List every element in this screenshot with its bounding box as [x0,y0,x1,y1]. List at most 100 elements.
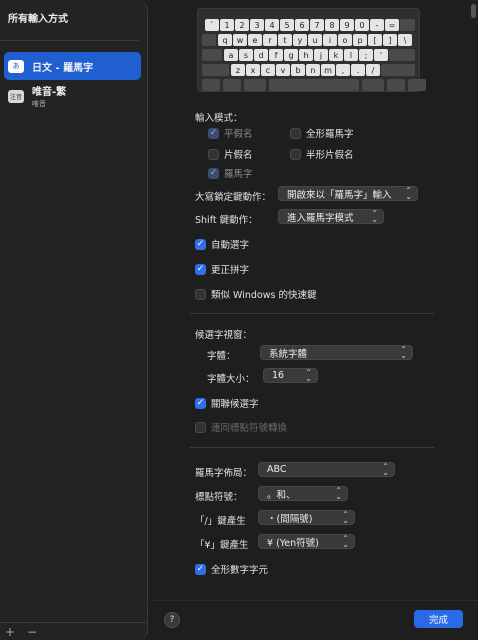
font-popup[interactable]: 系統字體 ⌃ ⌄ [260,345,413,360]
updown-chevron-icon: ⌃ ⌄ [382,462,389,477]
keyboard-key: w [233,34,247,46]
add-input-source-button[interactable]: + [5,625,15,639]
caps-lock-popup[interactable]: 開啟來以「羅馬字」輸入 ⌃ ⌄ [278,186,418,201]
keyboard-key: h [299,49,313,61]
sidebar-item-zhuyin[interactable]: 注音 唯音-繁 唯音 [4,82,141,110]
modifier-key [381,64,415,76]
keyboard-key: ' [374,49,388,61]
keyboard-key: 6 [295,19,309,31]
yen-key-popup[interactable]: ¥ (Yen符號) ⌃ ⌄ [258,534,355,549]
remove-input-source-button[interactable]: − [27,625,37,639]
font-size-label: 字體大小： [207,374,255,385]
romaji-layout-popup[interactable]: ABC ⌃ ⌄ [258,462,395,477]
punctuation-popup[interactable]: 。和、 ⌃ ⌄ [258,486,348,501]
checkmark-icon: ✓ [208,127,219,139]
modifier-key [223,79,241,91]
updown-chevron-icon: ⌃ ⌄ [305,368,312,383]
zhuyin-icon: 注音 [8,89,24,103]
keyboard-key: n [306,64,320,76]
windows-shortcuts-label: 類似 Windows 的快速鍵 [211,290,317,301]
candidate-window-label: 候選字視窗： [195,330,253,341]
hiragana-checkbox[interactable]: ✓ 平假名 [208,126,253,140]
modifier-key [202,64,229,76]
katakana-label: 片假名 [224,150,253,161]
halfwidth-katakana-checkbox[interactable]: 半形片假名 [290,147,354,161]
sidebar-divider [0,40,139,41]
fullwidth-romaji-checkbox[interactable]: 全形羅馬字 [290,126,354,140]
keyboard-key: r [263,34,277,46]
keyboard-key: s [239,49,253,61]
keyboard-key: y [293,34,307,46]
keyboard-key: . [351,64,365,76]
auto-select-checkbox[interactable]: ✓ 自動選字 [195,237,249,251]
keyboard-key: j [314,49,328,61]
done-button[interactable]: 完成 [414,610,463,628]
sidebar-item-label: 唯音-繁 [32,87,67,98]
keyboard-row-1: ` 1 2 3 4 5 6 7 8 9 0- = [198,19,419,31]
keyboard-key: z [231,64,245,76]
keyboard-key: 9 [340,19,354,31]
section-divider [190,447,434,448]
keyboard-key: i [323,34,337,46]
related-candidates-checkbox[interactable]: ✓ 關聯候選字 [195,396,259,410]
keyboard-key: o [338,34,352,46]
yen-key-label: 「¥」鍵產生 [195,540,249,551]
keyboard-key: m [321,64,335,76]
keyboard-key: \ [398,34,412,46]
katakana-checkbox[interactable]: 片假名 [208,147,253,161]
yen-key-value: ¥ (Yen符號) [267,537,319,549]
auto-select-label: 自動選字 [211,240,250,251]
caps-lock-label: 大寫鎖定鍵動作： [195,192,272,203]
romaji-checkbox[interactable]: ✓ 羅馬字 [208,166,253,180]
convert-with-punctuation-checkbox[interactable]: 連同標點符號轉換 [195,420,287,434]
windows-shortcuts-checkbox[interactable]: 類似 Windows 的快速鍵 [195,287,316,301]
fullwidth-numbers-label: 全形數字字元 [211,565,269,576]
scrollbar[interactable] [471,4,476,18]
keyboard-row-2: q w e r t y u i o p[] \ [198,34,419,46]
checkmark-icon: ✓ [195,397,206,409]
checkbox-box [290,127,301,139]
keyboard-key: ] [383,34,397,46]
checkbox-box [195,421,206,433]
keyboard-key: 0 [355,19,369,31]
keyboard-preview: ` 1 2 3 4 5 6 7 8 9 0- = q w e r t y u i o p[] \ a s d f g h j k l; ' … [197,8,426,92]
footer-divider [150,600,478,601]
keyboard-row-3: a s d f g h j k l; ' [198,49,419,61]
related-candidates-label: 關聯候選字 [211,399,259,410]
keyboard-key: t [278,34,292,46]
help-button[interactable]: ? [164,612,180,628]
checkmark-icon: ✓ [208,167,219,179]
keyboard-key: 8 [325,19,339,31]
slash-key-popup[interactable]: ・(間隔號) ⌃ ⌄ [258,510,355,525]
sidebar-item-japanese-romaji[interactable]: あ 日文 - 羅馬字 [4,52,141,80]
shift-value: 進入羅馬字模式 [287,212,354,224]
romaji-layout-value: ABC [267,464,287,475]
keyboard-key: k [329,49,343,61]
keyboard-row-4: z x c v b n m,. / [198,64,419,76]
keyboard-key: c [261,64,275,76]
keyboard-key: v [276,64,290,76]
keyboard-key: 7 [310,19,324,31]
updown-chevron-icon: ⌃ ⌄ [405,186,412,201]
keyboard-key: [ [368,34,382,46]
correct-spelling-checkbox[interactable]: ✓ 更正拼字 [195,262,249,276]
keyboard-key: , [336,64,350,76]
keyboard-key: x [246,64,260,76]
keyboard-key: b [291,64,305,76]
keyboard-key: e [248,34,262,46]
fullwidth-numbers-checkbox[interactable]: ✓ 全形數字字元 [195,562,268,576]
hiragana-icon: あ [8,59,24,73]
punctuation-value: 。和、 [267,489,296,501]
checkbox-box [195,288,206,300]
keyboard-key: - [370,19,384,31]
font-size-popup[interactable]: 16 ⌃ ⌄ [263,368,318,383]
updown-chevron-icon: ⌃ ⌄ [342,510,349,525]
keyboard-key: f [269,49,283,61]
modifier-key [400,19,415,31]
keyboard-key: a [224,49,238,61]
updown-chevron-icon: ⌃ ⌄ [335,486,342,501]
romaji-label: 羅馬字 [224,169,253,180]
shift-popup[interactable]: 進入羅馬字模式 ⌃ ⌄ [278,209,384,224]
updown-chevron-icon: ⌃ ⌄ [342,534,349,549]
halfwidth-katakana-label: 半形片假名 [306,150,354,161]
